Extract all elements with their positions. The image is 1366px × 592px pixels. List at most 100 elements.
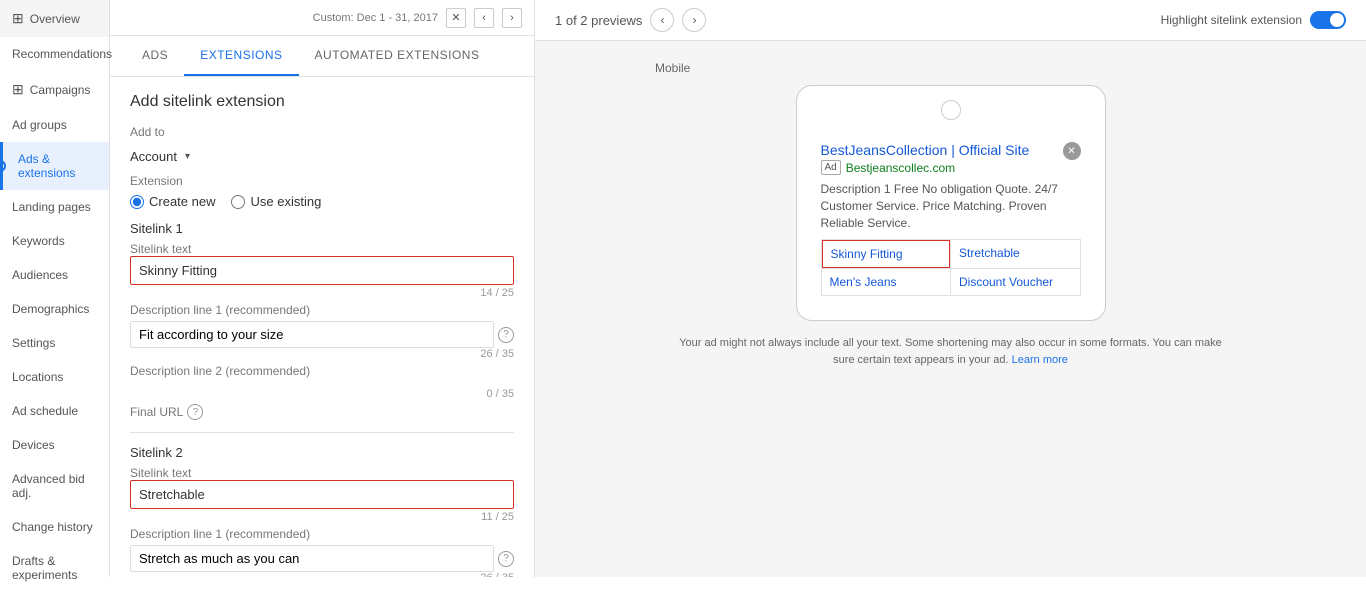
sitelink2-title: Sitelink 2 (130, 445, 514, 460)
sidebar-item-locations[interactable]: Locations (0, 360, 109, 394)
sitelink1-title: Sitelink 1 (130, 221, 514, 236)
ad-description: Description 1 Free No obligation Quote. … (821, 181, 1081, 231)
preview-area: Mobile BestJeansCollection | Official Si… (535, 41, 1366, 577)
sidebar-item-audiences[interactable]: Audiences (0, 258, 109, 292)
preview-note: Your ad might not always include all you… (676, 335, 1226, 368)
prev-btn[interactable]: ‹ (474, 8, 494, 28)
info-icon-url-1[interactable]: ? (187, 404, 203, 420)
sitelink1-desc2-char-count: 0 / 35 (130, 388, 514, 400)
radio-use-existing[interactable]: Use existing (231, 194, 321, 209)
sidebar-item-label: Advanced bid adj. (12, 472, 97, 500)
sitelink1-text-input[interactable] (139, 263, 505, 278)
sitelink1-text-label: Sitelink text (130, 242, 514, 256)
highlight-label: Highlight sitelink extension (1161, 13, 1302, 27)
sidebar-item-label: Change history (12, 520, 93, 534)
divider-1 (130, 432, 514, 433)
sidebar-item-campaigns[interactable]: ⊞ Campaigns (0, 71, 109, 108)
device-label: Mobile (655, 61, 690, 75)
sidebar-item-overview[interactable]: ⊞ Overview (0, 0, 109, 37)
radio-create-input[interactable] (130, 195, 144, 209)
radio-group: Create new Use existing (130, 194, 514, 209)
sidebar-item-label: Ads & extensions (12, 152, 97, 180)
radio-existing-input[interactable] (231, 195, 245, 209)
tab-extensions[interactable]: EXTENSIONS (184, 36, 298, 76)
tabs-bar: ADS EXTENSIONS AUTOMATED EXTENSIONS (110, 36, 534, 77)
overview-icon: ⊞ (12, 10, 24, 27)
sidebar-item-devices[interactable]: Devices (0, 428, 109, 462)
preview-header: 1 of 2 previews ‹ › Highlight sitelink e… (535, 0, 1366, 41)
radio-create-new[interactable]: Create new (130, 194, 215, 209)
sidebar-item-keywords[interactable]: Keywords (0, 224, 109, 258)
sitelink1-desc1-char-count: 26 / 35 (130, 348, 514, 360)
preview-counter: 1 of 2 previews (555, 13, 642, 28)
sitelink1-final-url-label: Final URL (130, 405, 183, 419)
sitelink1-desc1-input[interactable] (130, 321, 494, 348)
sidebar-item-label: Settings (12, 336, 55, 350)
preview-nav: 1 of 2 previews ‹ › (555, 8, 706, 32)
main-content: Custom: Dec 1 - 31, 2017 ✕ ‹ › ADS EXTEN… (110, 0, 1366, 577)
add-to-row: Add to (130, 125, 514, 139)
sidebar-item-ads-extensions[interactable]: ▶ Ads & extensions (0, 142, 109, 190)
info-icon-1[interactable]: ? (498, 327, 514, 343)
close-top-btn[interactable]: ✕ (446, 8, 466, 28)
sitelink-cell-2[interactable]: Stretchable (951, 240, 1080, 268)
add-to-label: Add to (130, 125, 165, 139)
next-btn[interactable]: › (502, 8, 522, 28)
sidebar-item-label: Recommendations (12, 47, 112, 61)
sitelink-cell-1[interactable]: Skinny Fitting (822, 240, 951, 268)
sitelink1-desc2-label: Description line 2 (recommended) (130, 364, 514, 378)
form-title: Add sitelink extension (130, 93, 514, 111)
sidebar-item-label: Demographics (12, 302, 89, 316)
sidebar-item-change-history[interactable]: Change history (0, 510, 109, 544)
preview-prev-btn[interactable]: ‹ (650, 8, 674, 32)
sidebar-item-landing-pages[interactable]: Landing pages (0, 190, 109, 224)
sidebar-item-ad-schedule[interactable]: Ad schedule (0, 394, 109, 428)
sidebar-item-label: Audiences (12, 268, 68, 282)
sitelink2-desc1-char-count: 26 / 35 (130, 572, 514, 577)
sidebar-item-drafts[interactable]: Drafts & experiments (0, 544, 109, 592)
info-icon-2[interactable]: ? (498, 551, 514, 567)
sitelink1-char-count: 14 / 25 (130, 287, 514, 299)
sidebar-item-label: Landing pages (12, 200, 91, 214)
sitelink-cell-3[interactable]: Men's Jeans (822, 269, 951, 295)
sidebar-item-label: Ad schedule (12, 404, 78, 418)
highlight-toggle[interactable] (1310, 11, 1346, 29)
sitelink2-text-input[interactable] (139, 487, 505, 502)
sitelink2-desc1-row: ? (130, 545, 514, 572)
sitelink1-final-url-row: Final URL ? (130, 404, 514, 420)
sitelink2-desc1-label: Description line 1 (recommended) (130, 527, 514, 541)
add-to-value-row: Account ▾ (130, 149, 514, 164)
sitelinks-grid: Skinny Fitting Stretchable Men's Jeans D… (821, 239, 1081, 296)
form-area: Add sitelink extension Add to Account ▾ … (110, 77, 534, 577)
phone-notch (941, 100, 961, 120)
sidebar-item-advanced-bid[interactable]: Advanced bid adj. (0, 462, 109, 510)
sidebar-item-label: Campaigns (30, 83, 91, 97)
campaigns-icon: ⊞ (12, 81, 24, 98)
sidebar-item-demographics[interactable]: Demographics (0, 292, 109, 326)
sitelink1-desc1-label: Description line 1 (recommended) (130, 303, 514, 317)
sidebar-item-label: Overview (30, 12, 80, 26)
ad-title: BestJeansCollection | Official Site (821, 142, 1030, 158)
sidebar-item-recommendations[interactable]: Recommendations (0, 37, 109, 71)
sitelink1-section: Sitelink 1 Sitelink text 14 / 25 Descrip… (130, 221, 514, 420)
sitelink2-text-container (130, 480, 514, 509)
sidebar-item-adgroups[interactable]: Ad groups (0, 108, 109, 142)
radio-existing-label: Use existing (250, 194, 321, 209)
sitelink2-desc1-input[interactable] (130, 545, 494, 572)
sitelink-cell-4[interactable]: Discount Voucher (951, 269, 1080, 295)
sidebar-item-label: Keywords (12, 234, 65, 248)
extension-label: Extension (130, 174, 514, 188)
tab-ads[interactable]: ADS (126, 36, 184, 76)
dropdown-arrow-icon[interactable]: ▾ (185, 151, 190, 162)
learn-more-link[interactable]: Learn more (1012, 354, 1068, 366)
tab-automated-extensions[interactable]: AUTOMATED EXTENSIONS (299, 36, 496, 76)
preview-next-btn[interactable]: › (682, 8, 706, 32)
sitelink2-section: Sitelink 2 Sitelink text 11 / 25 Descrip… (130, 445, 514, 577)
sidebar-item-settings[interactable]: Settings (0, 326, 109, 360)
sitelink1-desc1-row: ? (130, 321, 514, 348)
right-panel: 1 of 2 previews ‹ › Highlight sitelink e… (535, 0, 1366, 577)
phone-mockup: BestJeansCollection | Official Site Ad B… (796, 85, 1106, 321)
date-range-text: Custom: Dec 1 - 31, 2017 (313, 12, 438, 24)
ad-close-btn[interactable]: ✕ (1063, 142, 1081, 160)
sidebar-item-label: Locations (12, 370, 63, 384)
